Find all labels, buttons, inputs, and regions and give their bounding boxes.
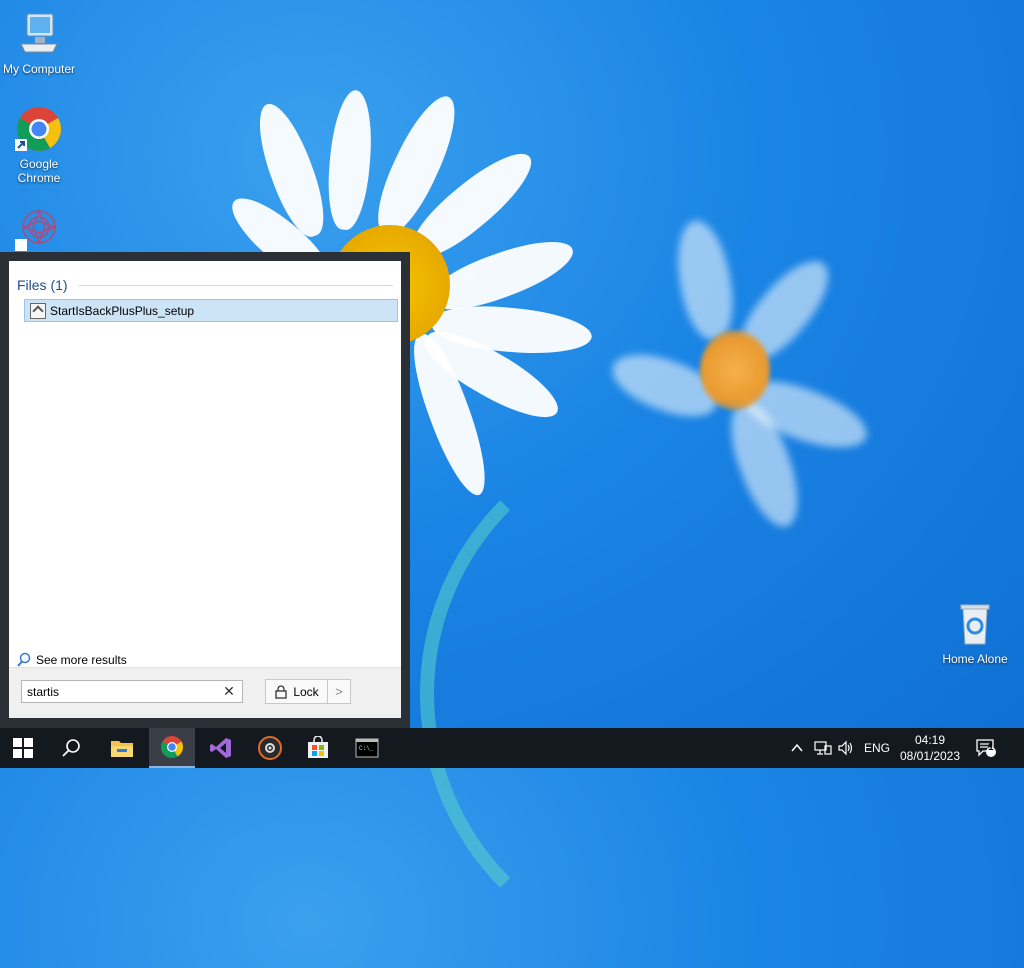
- search-result-item[interactable]: StartIsBackPlusPlus_setup: [24, 299, 398, 322]
- desktop-icon-google-chrome[interactable]: Google Chrome: [1, 105, 77, 185]
- notification-count-badge: 1: [988, 742, 994, 753]
- taskbar: C:\_ ENG 04:19 08/01/2023 1: [0, 728, 1024, 768]
- recycle-bin-icon: [951, 600, 999, 648]
- language-label: ENG: [864, 741, 891, 755]
- computer-icon: [15, 10, 63, 58]
- visual-studio-icon: [210, 738, 231, 758]
- taskbar-chrome[interactable]: [149, 728, 195, 768]
- folder-icon: [111, 741, 133, 757]
- start-search-input[interactable]: [22, 683, 219, 700]
- power-options-arrow[interactable]: >: [327, 679, 351, 704]
- windows-logo-icon: [13, 738, 33, 758]
- start-menu-panel: Files (1) StartIsBackPlusPlus_setup See …: [9, 261, 401, 718]
- start-button[interactable]: [0, 728, 46, 768]
- clear-search-icon[interactable]: ✕: [219, 683, 239, 700]
- taskbar-clock[interactable]: 04:19 08/01/2023: [898, 732, 962, 764]
- svg-text:C:\_: C:\_: [359, 745, 374, 752]
- speaker-icon: [838, 740, 853, 756]
- taskbar-terminal[interactable]: C:\_: [344, 728, 390, 768]
- desktop-icon-home-alone[interactable]: Home Alone: [937, 600, 1013, 666]
- search-icon: [62, 739, 80, 757]
- store-icon: [308, 736, 328, 758]
- tray-overflow-chevron[interactable]: [790, 728, 804, 768]
- files-section-header: Files (1): [17, 277, 68, 293]
- desktop-icon-label: Home Alone: [942, 652, 1008, 666]
- lock-button[interactable]: Lock: [265, 679, 329, 704]
- section-divider: [79, 285, 393, 286]
- action-center-button[interactable]: 1: [975, 728, 997, 768]
- see-more-label: See more results: [36, 653, 127, 667]
- taskbar-file-explorer[interactable]: [99, 728, 145, 768]
- lock-icon: [275, 684, 287, 699]
- setup-file-icon: [30, 302, 46, 319]
- taskbar-media-player[interactable]: [247, 728, 293, 768]
- chevron-up-icon: [791, 743, 803, 752]
- taskbar-search-button[interactable]: [48, 728, 94, 768]
- chevron-right-icon: >: [335, 684, 343, 699]
- chrome-icon: [15, 105, 63, 153]
- lock-button-label: Lock: [293, 684, 319, 699]
- terminal-icon: C:\_: [355, 738, 379, 758]
- see-more-results-link[interactable]: See more results: [16, 652, 127, 668]
- flower-app-icon: [15, 205, 63, 253]
- start-menu: Files (1) StartIsBackPlusPlus_setup See …: [0, 252, 410, 728]
- chrome-icon: [161, 736, 183, 758]
- clock-date: 08/01/2023: [899, 749, 961, 763]
- volume-control[interactable]: [837, 728, 855, 768]
- disc-icon: [258, 736, 282, 760]
- network-status[interactable]: [814, 728, 832, 768]
- taskbar-visual-studio[interactable]: [198, 728, 244, 768]
- desktop-icon-label: My Computer: [2, 62, 76, 76]
- search-result-label: StartIsBackPlusPlus_setup: [50, 303, 195, 318]
- desktop-icon-my-computer[interactable]: My Computer: [1, 10, 77, 76]
- desktop-icon-label: Google Chrome: [17, 157, 61, 185]
- taskbar-store[interactable]: [295, 728, 341, 768]
- start-search-box: ✕: [21, 680, 243, 703]
- input-language[interactable]: ENG: [864, 728, 890, 768]
- desktop-icon-app[interactable]: [1, 205, 77, 257]
- clock-time: 04:19: [914, 733, 946, 747]
- search-icon: [17, 652, 31, 667]
- network-icon: [814, 741, 832, 755]
- start-menu-bottom-bar: ✕ Lock >: [9, 667, 401, 718]
